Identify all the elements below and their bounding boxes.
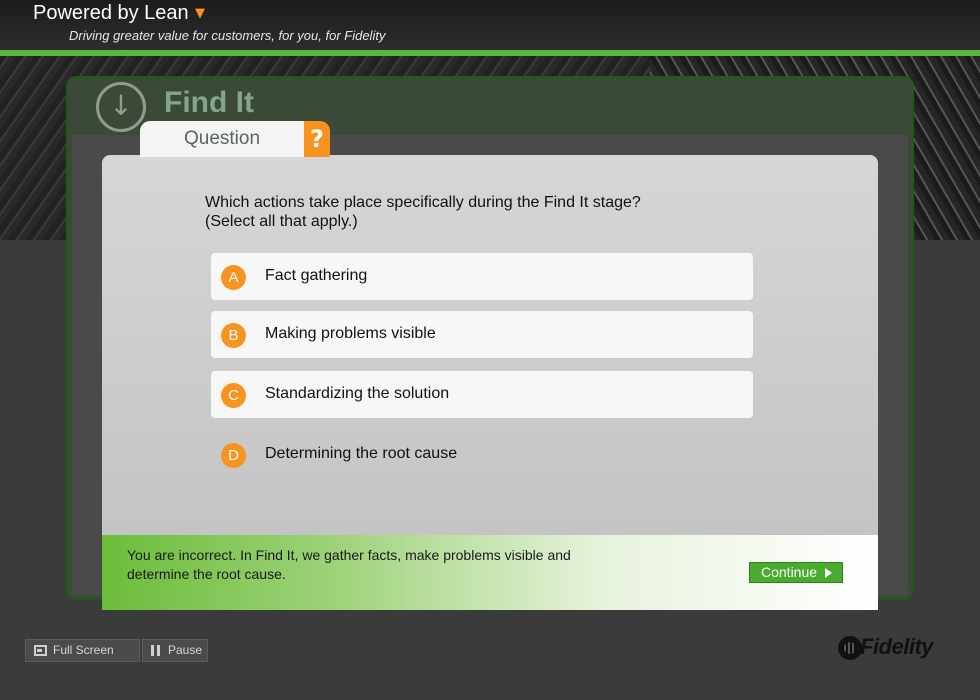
question-prompt: Which actions take place specifically du… <box>205 193 641 231</box>
choice-letter-badge: A <box>221 265 246 290</box>
tagline: Driving greater value for customers, for… <box>69 28 386 43</box>
choice-label: Determining the root cause <box>265 445 458 462</box>
choice-label: Standardizing the solution <box>265 385 450 402</box>
fidelity-logo: Fidelity <box>838 634 956 662</box>
pause-icon <box>151 645 161 656</box>
choice-letter-badge: D <box>221 443 246 468</box>
continue-button[interactable]: Continue <box>749 562 843 583</box>
fidelity-emblem-icon <box>838 636 862 660</box>
feedback-message: You are incorrect. In Find It, we gather… <box>127 547 571 582</box>
continue-label: Continue <box>761 564 818 580</box>
question-tab: Question <box>140 121 304 157</box>
choice-label: Making problems visible <box>265 325 436 342</box>
pause-button[interactable]: Pause <box>142 639 208 662</box>
choice-c[interactable]: C Standardizing the solution <box>211 371 753 418</box>
header-bar: Powered by Lean ▼ Driving greater value … <box>0 0 980 50</box>
app-title: Powered by Lean <box>33 2 189 24</box>
down-arrow-circle-icon: ↓ <box>96 82 146 132</box>
full-screen-icon <box>34 645 47 656</box>
fidelity-logo-text: Fidelity <box>860 634 934 659</box>
question-prompt-line1: Which actions take place specifically du… <box>205 194 641 211</box>
choice-label: Fact gathering <box>265 267 368 284</box>
dropdown-arrow-icon[interactable]: ▼ <box>195 6 205 21</box>
section-title: Find It <box>164 86 254 119</box>
full-screen-button[interactable]: Full Screen <box>25 639 140 662</box>
question-prompt-line2: (Select all that apply.) <box>205 213 358 230</box>
choice-letter-badge: C <box>221 383 246 408</box>
choice-b[interactable]: B Making problems visible <box>211 311 753 358</box>
choice-a[interactable]: A Fact gathering <box>211 253 753 300</box>
full-screen-label: Full Screen <box>53 643 114 657</box>
help-icon[interactable]: ? <box>304 121 330 157</box>
play-arrow-icon <box>825 568 832 578</box>
pause-label: Pause <box>168 643 203 657</box>
choice-letter-badge: B <box>221 323 246 348</box>
choice-d[interactable]: D Determining the root cause <box>211 431 753 478</box>
